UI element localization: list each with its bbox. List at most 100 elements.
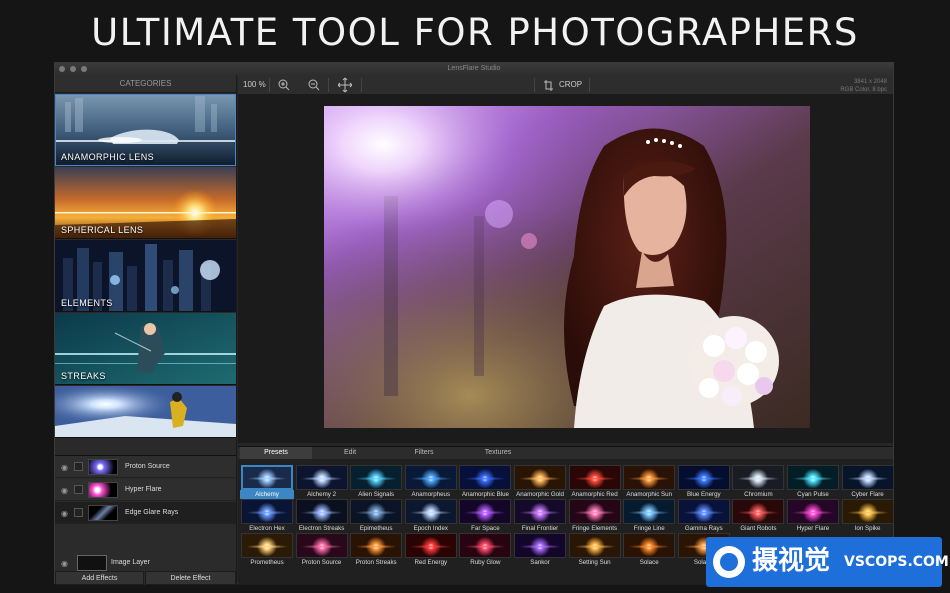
zoom-level[interactable]: 100 %	[243, 75, 266, 95]
preset-thumbnail	[623, 465, 676, 490]
preset-tile[interactable]: Sankor	[513, 533, 567, 567]
tab-textures[interactable]: Textures	[462, 447, 534, 459]
preset-tile[interactable]: Anamorphic Gold	[513, 465, 567, 499]
preset-tile[interactable]: Alchemy	[240, 465, 294, 499]
preset-tile[interactable]: Red Energy	[404, 533, 458, 567]
eye-icon[interactable]: ◉	[60, 559, 69, 568]
canvas-area[interactable]	[238, 95, 893, 443]
preset-tile[interactable]: Anamorphic Sun	[622, 465, 676, 499]
category-label: ELEMENTS	[61, 298, 113, 308]
preset-tile[interactable]: Proton Streaks	[349, 533, 403, 567]
preset-tile[interactable]: Anamorphic Red	[568, 465, 622, 499]
crop-button[interactable]: CROP	[559, 75, 582, 95]
layer-name: Hyper Flare	[125, 486, 162, 493]
preset-thumbnail	[841, 465, 894, 490]
watermark-text: 摄视觉	[752, 546, 831, 576]
minimize-window-button[interactable]	[70, 66, 76, 72]
preset-tile[interactable]: Giant Robots	[731, 499, 785, 533]
preset-thumbnail	[568, 533, 621, 558]
preset-label: Alchemy	[240, 490, 294, 499]
preset-thumbnail	[514, 465, 566, 490]
preset-thumbnail	[677, 499, 730, 524]
preset-tile[interactable]: Ruby Glow	[458, 533, 512, 567]
panel-tabs: Presets Edit Filters Textures	[238, 447, 893, 459]
crop-icon[interactable]	[544, 75, 554, 95]
preset-tile[interactable]: Fringe Elements	[568, 499, 622, 533]
preset-thumbnail	[568, 499, 621, 524]
preset-thumbnail	[623, 533, 676, 558]
category-streaks[interactable]: STREAKS	[55, 313, 236, 385]
preset-thumbnail	[787, 499, 839, 524]
title-bar: LensFlare Studio	[55, 63, 893, 75]
preset-tile[interactable]: Chromium	[731, 465, 785, 499]
photo-canvas[interactable]	[324, 106, 810, 428]
layer-thumbnail	[88, 482, 118, 498]
layer-checkbox[interactable]	[74, 508, 83, 517]
layer-checkbox[interactable]	[74, 462, 83, 471]
tab-presets[interactable]: Presets	[240, 447, 312, 459]
category-spherical-lens[interactable]: SPHERICAL LENS	[55, 167, 236, 239]
divider	[361, 78, 362, 92]
watermark-site: VSCOPS.COM	[844, 554, 949, 570]
zoom-in-icon[interactable]	[278, 75, 290, 95]
preset-tile[interactable]: Cyber Flare	[841, 465, 895, 499]
preset-tile[interactable]: Final Frontier	[513, 499, 567, 533]
close-window-button[interactable]	[59, 66, 65, 72]
preset-thumbnail	[841, 499, 894, 524]
layer-row[interactable]: ◉ Hyper Flare	[55, 479, 236, 501]
tab-filters[interactable]: Filters	[388, 447, 460, 459]
preset-tile[interactable]: Blue Energy	[677, 465, 731, 499]
categories-sidebar: CATEGORIES ANAMORPHIC LENS SPHERICAL LEN…	[55, 75, 237, 585]
category-anamorphic-lens[interactable]: ANAMORPHIC LENS	[55, 94, 236, 166]
preset-tile[interactable]: Alchemy 2	[295, 465, 349, 499]
tab-edit[interactable]: Edit	[314, 447, 386, 459]
window-title: LensFlare Studio	[447, 65, 501, 72]
zoom-window-button[interactable]	[81, 66, 87, 72]
layer-thumbnail	[88, 459, 118, 475]
divider	[328, 78, 329, 92]
preset-tile[interactable]: Anamorphic Blue	[458, 465, 512, 499]
preset-tile[interactable]: Anamorpheus	[404, 465, 458, 499]
add-effects-button[interactable]: Add Effects	[55, 571, 144, 585]
preset-tile[interactable]: Epoch Index	[404, 499, 458, 533]
preset-thumbnail	[350, 533, 403, 558]
layers-panel: ◉ Proton Source ◉ Hyper Flare ◉ Edge Gla…	[55, 455, 236, 585]
category-label: SPHERICAL LENS	[61, 225, 144, 235]
preset-tile[interactable]: Electron Streaks	[295, 499, 349, 533]
misc-thumbnail	[55, 386, 236, 437]
preset-tile[interactable]: Setting Sun	[568, 533, 622, 567]
preset-tile[interactable]: Epimetheus	[349, 499, 403, 533]
preset-thumbnail	[241, 465, 293, 490]
preset-tile[interactable]: Ion Spike	[841, 499, 895, 533]
layer-row[interactable]: ◉ Proton Source	[55, 456, 236, 478]
preset-tile[interactable]: Hyper Flare	[786, 499, 840, 533]
preset-tile[interactable]: Electron Hex	[240, 499, 294, 533]
bride-photo	[324, 106, 810, 428]
preset-tile[interactable]: Fringe Line	[622, 499, 676, 533]
preset-thumbnail	[459, 533, 512, 558]
preset-tile[interactable]: Alien Signals	[349, 465, 403, 499]
category-label: STREAKS	[61, 371, 106, 381]
layer-row[interactable]: ◉ Edge Glare Rays	[55, 502, 236, 524]
preset-tile[interactable]: Solace	[622, 533, 676, 567]
layer-checkbox[interactable]	[74, 485, 83, 494]
preset-thumbnail	[404, 499, 457, 524]
zoom-out-icon[interactable]	[308, 75, 320, 95]
delete-effect-button[interactable]: Delete Effect	[145, 571, 236, 585]
eye-icon[interactable]: ◉	[60, 509, 69, 518]
preset-tile[interactable]: Gamma Rays	[677, 499, 731, 533]
preset-thumbnail	[295, 499, 348, 524]
preset-tile[interactable]: Prometheus	[240, 533, 294, 567]
divider	[589, 78, 590, 92]
app-window: LensFlare Studio CATEGORIES ANAMORPHIC L…	[54, 62, 895, 585]
eye-icon[interactable]: ◉	[60, 486, 69, 495]
preset-thumbnail	[514, 499, 566, 524]
eye-icon[interactable]: ◉	[60, 463, 69, 472]
preset-tile[interactable]: Cyan Pulse	[786, 465, 840, 499]
preset-thumbnail	[241, 533, 293, 558]
preset-tile[interactable]: Proton Source	[295, 533, 349, 567]
category-elements[interactable]: ELEMENTS	[55, 240, 236, 312]
category-misc[interactable]	[55, 386, 236, 438]
move-icon[interactable]	[337, 75, 353, 95]
preset-tile[interactable]: Far Space	[458, 499, 512, 533]
